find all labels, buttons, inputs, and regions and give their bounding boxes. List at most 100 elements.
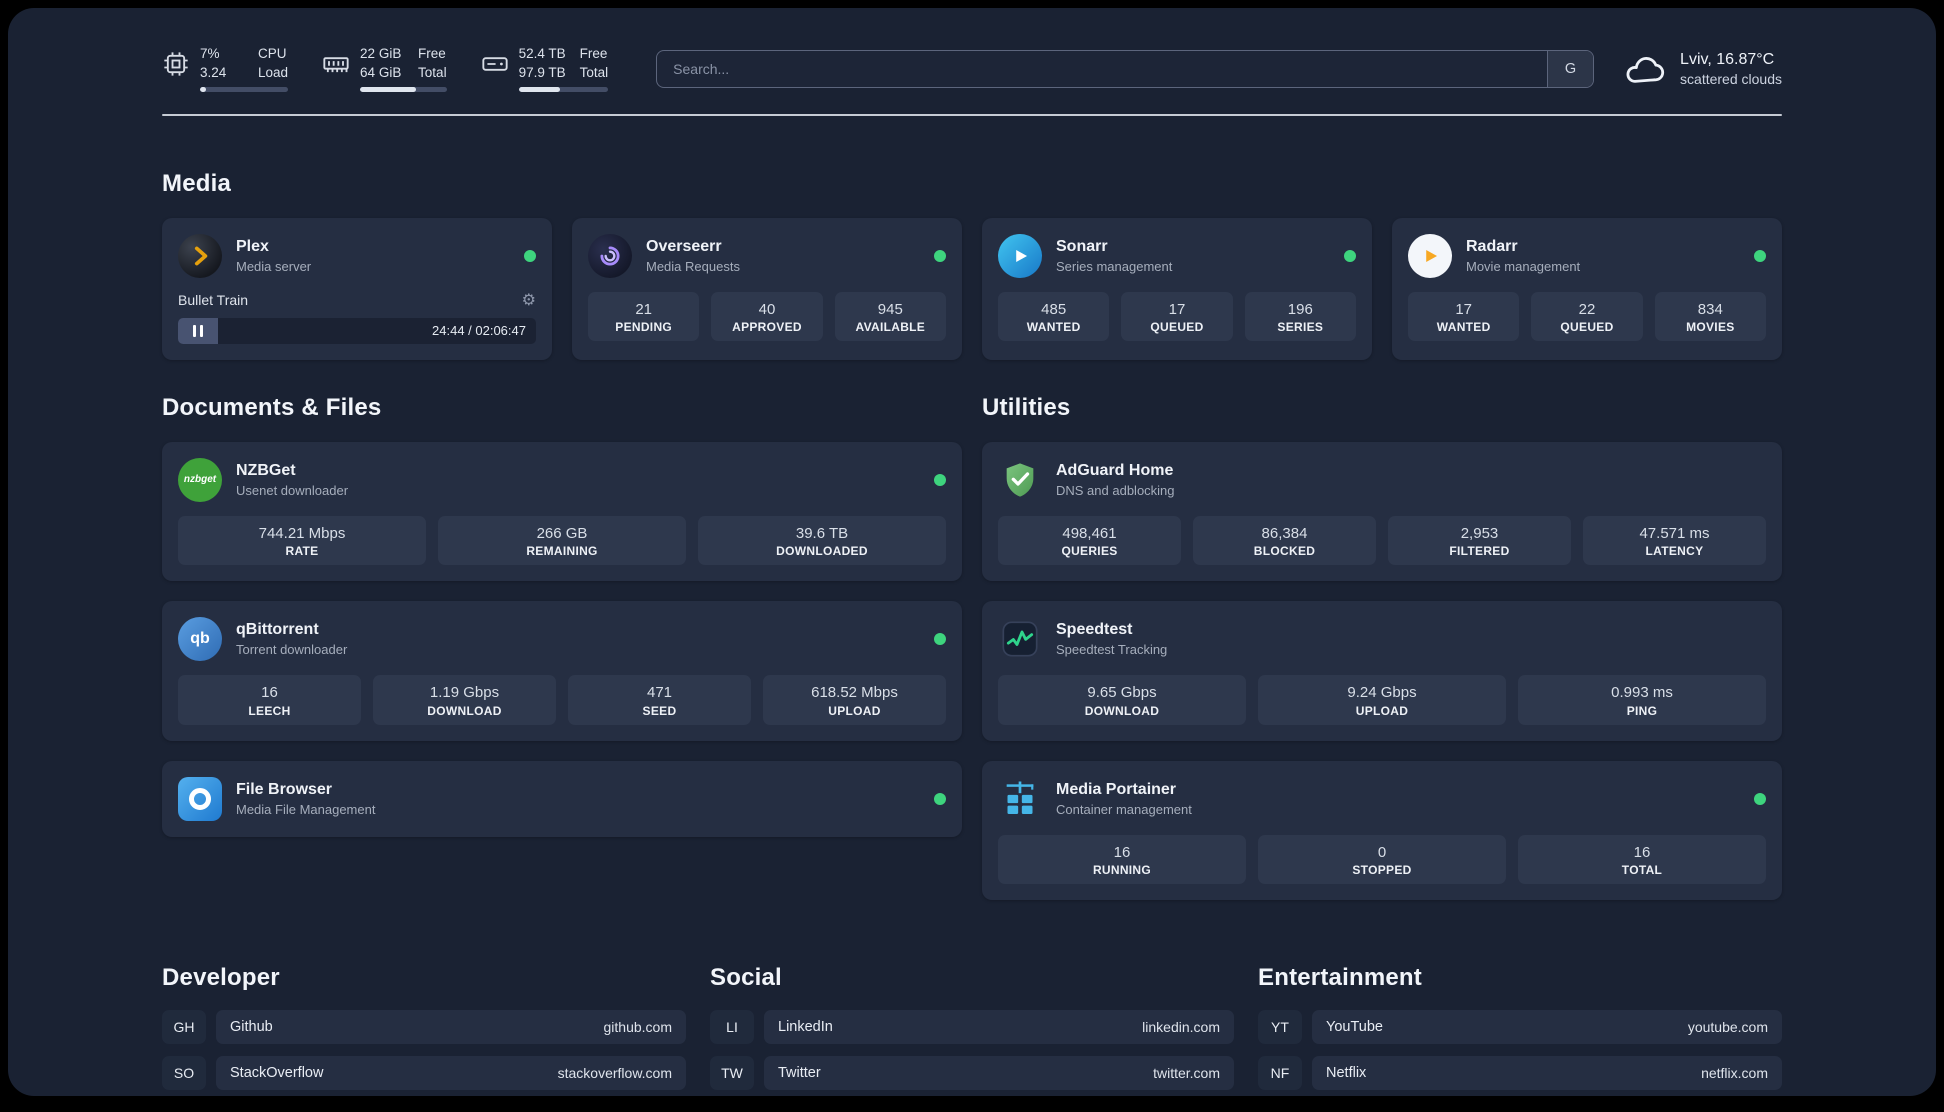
- adguard-shield-icon: [998, 458, 1042, 502]
- plex-icon: [178, 233, 222, 278]
- stat-tile: 86,384 BLOCKED: [1193, 515, 1376, 566]
- radarr-card[interactable]: Radarr Movie management 17 WANTED 22 QUE…: [1392, 217, 1782, 360]
- bookmark-url: linkedin.com: [1142, 1019, 1220, 1036]
- status-dot: [1754, 249, 1766, 262]
- disk-free-value: 52.4 TB: [518, 46, 566, 61]
- bookmark-youtube[interactable]: YT YouTube youtube.com: [1258, 1010, 1782, 1045]
- qbittorrent-icon: qb: [178, 617, 222, 662]
- memory-free-value: 22 GiB: [360, 46, 402, 61]
- search-provider-button[interactable]: G: [1547, 50, 1594, 87]
- disk-widget: 52.4 TB 97.9 TB Free Total: [481, 46, 609, 92]
- speedtest-card[interactable]: Speedtest Speedtest Tracking 9.65 Gbps D…: [982, 601, 1782, 741]
- nzbget-card[interactable]: nzbget NZBGet Usenet downloader 744.21 M…: [162, 441, 962, 582]
- status-dot: [934, 473, 946, 486]
- adguard-card[interactable]: AdGuard Home DNS and adblocking 498,461 …: [982, 441, 1782, 582]
- cloud-icon: [1622, 52, 1668, 86]
- app-name: AdGuard Home: [1056, 461, 1174, 479]
- pause-button[interactable]: [178, 317, 218, 344]
- bookmark-linkedin[interactable]: LI LinkedIn linkedin.com: [710, 1010, 1234, 1045]
- filebrowser-card[interactable]: File Browser Media File Management: [162, 760, 962, 837]
- app-desc: DNS and adblocking: [1056, 482, 1175, 498]
- stat-tile: 0.993 ms PING: [1518, 675, 1766, 725]
- disk-total-value: 97.9 TB: [518, 64, 566, 80]
- app-name: NZBGet: [236, 461, 296, 479]
- app-name: Radarr: [1466, 237, 1518, 255]
- stat-tile: 0 STOPPED: [1258, 834, 1506, 885]
- stat-tile: 945 AVAILABLE: [834, 291, 946, 342]
- stat-tile: 744.21 Mbps RATE: [178, 515, 426, 566]
- sonarr-icon: [998, 233, 1042, 278]
- search-bar[interactable]: G: [656, 49, 1595, 88]
- stat-tile: 17 WANTED: [1408, 291, 1520, 342]
- disk-progress-bar: [518, 86, 609, 92]
- nzbget-icon: nzbget: [178, 457, 222, 502]
- app-desc: Speedtest Tracking: [1056, 642, 1168, 658]
- stat-tile: 9.65 Gbps DOWNLOAD: [998, 675, 1246, 725]
- memory-total-value: 64 GiB: [360, 64, 402, 80]
- stat-tile: 196 SERIES: [1244, 291, 1356, 342]
- section-title-developer: Developer: [162, 964, 280, 992]
- app-desc: Container management: [1056, 801, 1192, 817]
- memory-total-label: Total: [418, 64, 447, 80]
- topbar: 7% 3.24 CPU Load 22 GiB 64 GiB Free Tota…: [162, 46, 1782, 92]
- app-name: File Browser: [236, 780, 333, 798]
- qbittorrent-card[interactable]: qb qBittorrent Torrent downloader 16 LEE…: [162, 601, 962, 741]
- stat-tile: 266 GB REMAINING: [438, 515, 686, 566]
- bookmark-url: netflix.com: [1701, 1065, 1768, 1082]
- stat-tile: 22 QUEUED: [1531, 291, 1643, 342]
- app-desc: Media server: [236, 258, 312, 274]
- section-title-entertainment: Entertainment: [1258, 964, 1422, 992]
- memory-progress-bar: [360, 86, 447, 92]
- cpu-progress-bar: [200, 86, 289, 92]
- weather-location: Lviv, 16.87°C: [1680, 50, 1775, 68]
- playback-progress-bar[interactable]: 24:44 / 02:06:47: [178, 317, 536, 344]
- cpu-icon: [162, 50, 190, 78]
- bookmark-url: github.com: [603, 1019, 672, 1036]
- stat-tile: 618.52 Mbps UPLOAD: [763, 675, 946, 725]
- bookmark-abbr: SO: [162, 1056, 206, 1091]
- status-dot: [524, 249, 536, 262]
- status-dot: [934, 249, 946, 262]
- bookmark-abbr: LI: [710, 1010, 754, 1045]
- gear-icon[interactable]: ⚙: [522, 290, 536, 310]
- stat-tile: 47.571 ms LATENCY: [1583, 515, 1766, 566]
- plex-card[interactable]: Plex Media server Bullet Train ⚙ 24:44 /…: [162, 217, 552, 360]
- overseerr-card[interactable]: Overseerr Media Requests 21 PENDING 40 A…: [572, 217, 962, 360]
- section-title-social: Social: [710, 964, 782, 992]
- memory-widget: 22 GiB 64 GiB Free Total: [322, 46, 447, 92]
- sonarr-card[interactable]: Sonarr Series management 485 WANTED 17 Q…: [982, 217, 1372, 360]
- bookmarks-entertainment: Entertainment YT YouTube youtube.com NF …: [1258, 964, 1782, 1096]
- app-desc: Usenet downloader: [236, 482, 349, 498]
- stat-tile: 39.6 TB DOWNLOADED: [698, 515, 946, 566]
- bookmark-name: Twitter: [778, 1065, 821, 1082]
- bookmark-twitter[interactable]: TW Twitter twitter.com: [710, 1056, 1234, 1091]
- status-dot: [934, 633, 946, 646]
- media-section: Media Plex Media server Bullet Train ⚙ 2…: [162, 170, 1782, 360]
- app-name: Plex: [236, 237, 269, 255]
- stat-tile: 17 QUEUED: [1121, 291, 1233, 342]
- bookmark-url: twitter.com: [1153, 1065, 1220, 1082]
- bookmark-github[interactable]: GH Github github.com: [162, 1010, 686, 1045]
- bookmark-name: LinkedIn: [778, 1019, 833, 1036]
- app-desc: Media Requests: [646, 258, 740, 274]
- bookmark-name: StackOverflow: [230, 1065, 324, 1082]
- bookmark-name: Github: [230, 1019, 273, 1036]
- disk-total-label: Total: [579, 64, 609, 80]
- app-desc: Movie management: [1466, 258, 1581, 274]
- portainer-card[interactable]: Media Portainer Container management 16 …: [982, 760, 1782, 901]
- status-dot: [1344, 249, 1356, 262]
- bookmark-netflix[interactable]: NF Netflix netflix.com: [1258, 1056, 1782, 1091]
- dashboard-app: 7% 3.24 CPU Load 22 GiB 64 GiB Free Tota…: [8, 8, 1936, 1096]
- utilities-section: Utilities AdGuard Home DNS and adblockin…: [982, 394, 1782, 901]
- section-title-utilities: Utilities: [982, 393, 1071, 421]
- stat-tile: 9.24 Gbps UPLOAD: [1258, 675, 1506, 725]
- stat-tile: 485 WANTED: [998, 291, 1110, 342]
- stat-tile: 21 PENDING: [588, 291, 700, 342]
- app-name: Media Portainer: [1056, 780, 1177, 798]
- search-input[interactable]: [657, 50, 1548, 87]
- app-name: Speedtest: [1056, 621, 1133, 639]
- cpu-load-value: 3.24: [200, 64, 227, 80]
- bookmark-stackoverflow[interactable]: SO StackOverflow stackoverflow.com: [162, 1056, 686, 1091]
- weather-condition: scattered clouds: [1680, 70, 1782, 87]
- bookmarks-social: Social LI LinkedIn linkedin.com TW Twitt…: [710, 964, 1234, 1096]
